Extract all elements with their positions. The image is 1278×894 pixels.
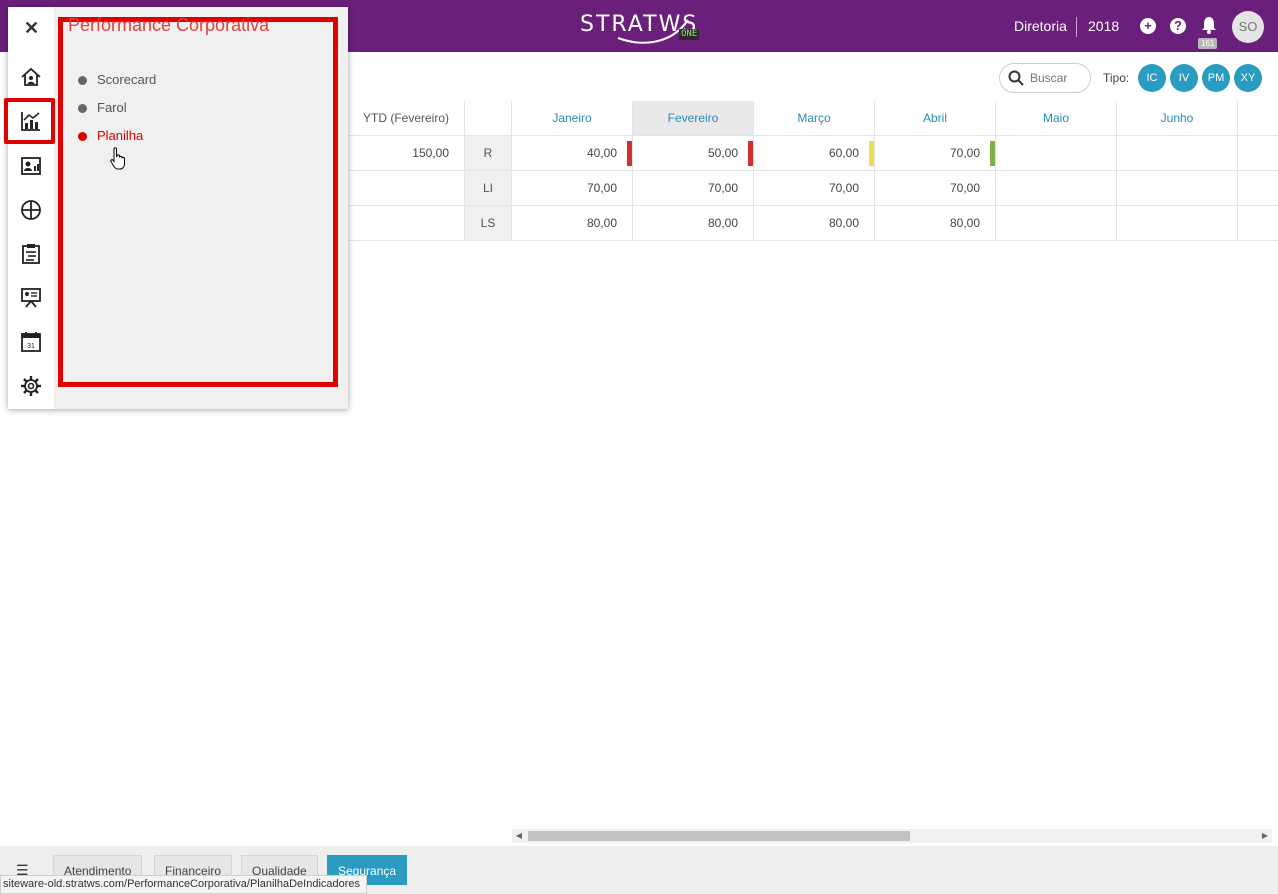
bullet-icon xyxy=(78,132,87,141)
logo-swoosh-icon xyxy=(617,19,689,44)
cell-r-fevereiro[interactable]: 50,00 xyxy=(633,136,754,171)
cell-ls-next xyxy=(1238,206,1278,241)
submenu-item-label: Planilha xyxy=(97,128,144,143)
search-icon xyxy=(1008,70,1024,86)
clipboard-icon[interactable] xyxy=(20,243,42,265)
ytd-value xyxy=(348,206,465,241)
row-label-li: LI xyxy=(465,171,512,206)
tipo-button-ic[interactable]: IC xyxy=(1138,64,1166,92)
column-header-fevereiro[interactable]: Fevereiro xyxy=(633,101,754,136)
active-rail-highlight xyxy=(4,98,55,144)
submenu-item-label: Farol xyxy=(97,100,127,115)
search-box[interactable] xyxy=(999,63,1091,93)
target-icon[interactable] xyxy=(20,199,42,221)
bullet-icon xyxy=(78,76,87,85)
scroll-right-icon[interactable]: ▶ xyxy=(1258,829,1272,843)
tipo-button-pm[interactable]: PM xyxy=(1202,64,1230,92)
ytd-value: 150,00 xyxy=(348,136,465,171)
add-icon[interactable]: + xyxy=(1140,18,1156,34)
bell-icon[interactable] xyxy=(1201,16,1217,34)
status-flag-janeiro xyxy=(627,141,632,166)
tipo-label: Tipo: xyxy=(1103,71,1130,85)
cell-ls-abril[interactable]: 80,00 xyxy=(875,206,996,241)
contact-card-icon[interactable] xyxy=(20,155,42,177)
cell-li-janeiro[interactable]: 70,00 xyxy=(512,171,633,206)
logo-badge: ONE xyxy=(679,29,700,40)
cell-r-janeiro[interactable]: 40,00 xyxy=(512,136,633,171)
cell-li-junho[interactable] xyxy=(1117,171,1238,206)
icon-rail: ✕ 31 xyxy=(4,7,55,409)
stratws-logo[interactable]: STRATWS ONE xyxy=(580,10,710,44)
column-header-janeiro[interactable]: Janeiro xyxy=(512,101,633,136)
cell-li-fevereiro[interactable]: 70,00 xyxy=(633,171,754,206)
cell-r-abril[interactable]: 70,00 xyxy=(875,136,996,171)
help-icon[interactable]: ? xyxy=(1170,18,1186,34)
hand-cursor-icon xyxy=(110,147,125,170)
department-selector[interactable]: Diretoria xyxy=(1014,18,1067,34)
scroll-left-icon[interactable]: ◀ xyxy=(512,829,526,843)
row-label-r: R xyxy=(465,136,512,171)
cell-li-next xyxy=(1238,171,1278,206)
cell-ls-maio[interactable] xyxy=(996,206,1117,241)
calendar-day: 31 xyxy=(27,343,35,350)
cell-r-junho[interactable] xyxy=(1117,136,1238,171)
status-flag-marco xyxy=(869,141,874,166)
cell-ls-junho[interactable] xyxy=(1117,206,1238,241)
cell-li-maio[interactable] xyxy=(996,171,1117,206)
presentation-icon[interactable] xyxy=(20,287,42,309)
cell-r-maio[interactable] xyxy=(996,136,1117,171)
side-menu-flyout: ✕ 31 Performance Corporativa Scorecard F… xyxy=(4,7,348,409)
cell-ls-fevereiro[interactable]: 80,00 xyxy=(633,206,754,241)
column-header-type xyxy=(465,101,512,136)
cell-li-abril[interactable]: 70,00 xyxy=(875,171,996,206)
column-header-abril[interactable]: Abril xyxy=(875,101,996,136)
scrollbar-thumb[interactable] xyxy=(528,831,910,841)
avatar[interactable]: SO xyxy=(1232,11,1264,43)
cell-r-next xyxy=(1238,136,1278,171)
notification-badge: 161 xyxy=(1198,38,1218,49)
tipo-button-iv[interactable]: IV xyxy=(1170,64,1198,92)
status-flag-abril xyxy=(990,141,995,166)
search-input[interactable] xyxy=(1030,69,1086,87)
column-header-junho[interactable]: Junho xyxy=(1117,101,1238,136)
cell-r-marco[interactable]: 60,00 xyxy=(754,136,875,171)
column-header-ytd[interactable]: YTD (Fevereiro) xyxy=(348,101,465,136)
bullet-icon xyxy=(78,104,87,113)
tipo-button-xy[interactable]: XY xyxy=(1234,64,1262,92)
column-header-marco[interactable]: Março xyxy=(754,101,875,136)
column-header-maio[interactable]: Maio xyxy=(996,101,1117,136)
cell-ls-marco[interactable]: 80,00 xyxy=(754,206,875,241)
close-icon[interactable]: ✕ xyxy=(24,18,39,39)
row-label-ls: LS xyxy=(465,206,512,241)
panel-title: Performance Corporativa xyxy=(68,15,270,35)
cell-li-marco[interactable]: 70,00 xyxy=(754,171,875,206)
header-divider xyxy=(1076,17,1077,37)
calendar-icon[interactable]: 31 xyxy=(20,331,42,353)
status-url: siteware-old.stratws.com/PerformanceCorp… xyxy=(0,875,368,894)
horizontal-scrollbar[interactable]: ◀ ▶ xyxy=(512,829,1272,843)
column-header-next xyxy=(1238,101,1278,136)
gear-icon[interactable] xyxy=(20,375,42,397)
submenu-item-label: Scorecard xyxy=(97,72,157,87)
home-icon[interactable] xyxy=(20,66,42,88)
status-flag-fevereiro xyxy=(748,141,753,166)
cell-ls-janeiro[interactable]: 80,00 xyxy=(512,206,633,241)
ytd-value xyxy=(348,171,465,206)
year-selector[interactable]: 2018 xyxy=(1088,18,1119,34)
